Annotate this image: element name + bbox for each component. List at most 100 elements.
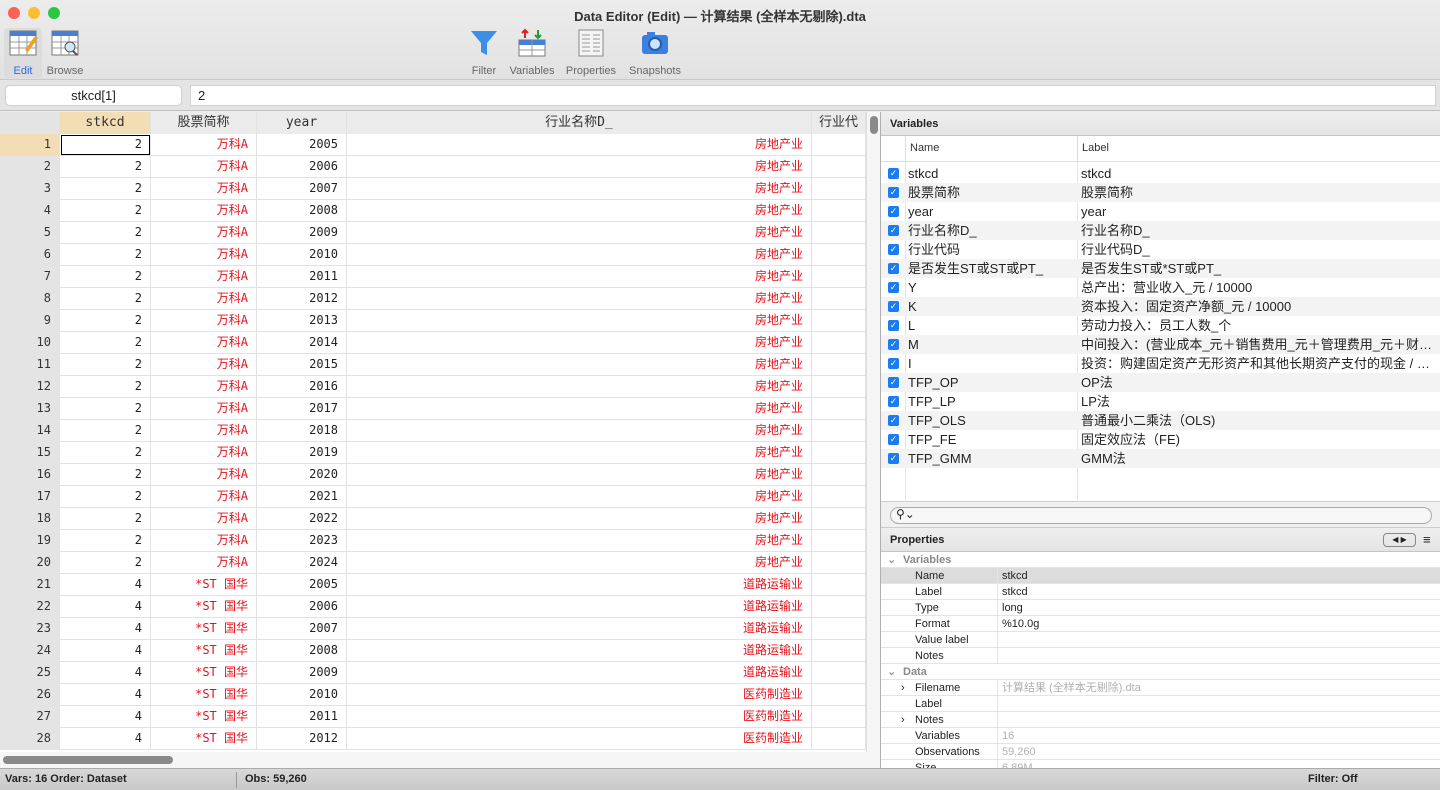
year-cell[interactable]: 2012 xyxy=(257,288,347,310)
menu-icon[interactable]: ≡ xyxy=(1423,528,1431,552)
row-number[interactable]: 26 xyxy=(0,684,60,706)
property-row[interactable]: Format %10.0g xyxy=(881,616,1440,632)
industry-name-cell[interactable]: 道路运输业 xyxy=(347,640,812,662)
year-cell[interactable]: 2021 xyxy=(257,486,347,508)
property-row[interactable]: Name stkcd xyxy=(881,568,1440,584)
stock-name-cell[interactable]: 万科A xyxy=(151,552,257,574)
scroll-thumb[interactable] xyxy=(870,116,878,134)
stock-name-cell[interactable]: 万科A xyxy=(151,442,257,464)
variables-button[interactable]: Variables xyxy=(506,28,558,77)
industry-name-cell[interactable]: 房地产业 xyxy=(347,530,812,552)
variable-row[interactable]: ✓ year year xyxy=(881,202,1440,221)
industry-code-cell[interactable] xyxy=(812,618,866,640)
checkbox[interactable]: ✓ xyxy=(888,434,899,445)
checkbox[interactable]: ✓ xyxy=(888,301,899,312)
stock-name-cell[interactable]: *ST 国华 xyxy=(151,662,257,684)
scroll-thumb[interactable] xyxy=(3,756,173,764)
variable-row[interactable]: ✓ 行业代码 行业代码D_ xyxy=(881,240,1440,259)
data-grid[interactable]: stkcd 股票简称 year 行业名称D_ 行业代 1 2 万科A 2005 房地产业 2 2 万科A… xyxy=(0,112,866,752)
year-cell[interactable]: 2023 xyxy=(257,530,347,552)
stock-name-cell[interactable]: 万科A xyxy=(151,398,257,420)
year-cell[interactable]: 2024 xyxy=(257,552,347,574)
year-cell[interactable]: 2005 xyxy=(257,134,347,156)
year-cell[interactable]: 2009 xyxy=(257,222,347,244)
stock-name-cell[interactable]: *ST 国华 xyxy=(151,574,257,596)
property-row[interactable]: › Notes xyxy=(881,712,1440,728)
variable-row[interactable]: ✓ TFP_GMM GMM法 xyxy=(881,449,1440,468)
industry-name-cell[interactable]: 房地产业 xyxy=(347,244,812,266)
cell-value-input[interactable]: 2 xyxy=(190,85,1436,106)
year-cell[interactable]: 2007 xyxy=(257,178,347,200)
property-row[interactable]: Label xyxy=(881,696,1440,712)
industry-name-cell[interactable]: 房地产业 xyxy=(347,508,812,530)
stkcd-cell[interactable]: 2 xyxy=(60,200,151,222)
row-number[interactable]: 4 xyxy=(0,200,60,222)
year-cell[interactable]: 2011 xyxy=(257,706,347,728)
variable-row[interactable]: ✓ I 投资：购建固定资产无形资产和其他长期资产支付的现金 / 10000 xyxy=(881,354,1440,373)
stkcd-cell[interactable]: 2 xyxy=(60,178,151,200)
variable-row[interactable]: ✓ TFP_FE 固定效应法（FE) xyxy=(881,430,1440,449)
year-cell[interactable]: 2005 xyxy=(257,574,347,596)
year-cell[interactable]: 2015 xyxy=(257,354,347,376)
data-group[interactable]: ⌄ Data xyxy=(881,664,1440,680)
stock-name-cell[interactable]: 万科A xyxy=(151,486,257,508)
industry-name-cell[interactable]: 房地产业 xyxy=(347,200,812,222)
industry-name-cell[interactable]: 房地产业 xyxy=(347,266,812,288)
checkbox[interactable]: ✓ xyxy=(888,358,899,369)
industry-code-cell[interactable] xyxy=(812,266,866,288)
row-number[interactable]: 14 xyxy=(0,420,60,442)
row-number[interactable]: 28 xyxy=(0,728,60,750)
industry-name-cell[interactable]: 道路运输业 xyxy=(347,574,812,596)
industry-name-cell[interactable]: 房地产业 xyxy=(347,376,812,398)
stkcd-cell[interactable]: 2 xyxy=(60,508,151,530)
row-number[interactable]: 1 xyxy=(0,134,60,156)
industry-code-cell[interactable] xyxy=(812,508,866,530)
row-number[interactable]: 17 xyxy=(0,486,60,508)
industry-name-cell[interactable]: 房地产业 xyxy=(347,288,812,310)
stkcd-cell[interactable]: 4 xyxy=(60,618,151,640)
stock-name-cell[interactable]: *ST 国华 xyxy=(151,728,257,750)
row-number[interactable]: 12 xyxy=(0,376,60,398)
checkbox[interactable]: ✓ xyxy=(888,415,899,426)
properties-button[interactable]: Properties xyxy=(562,28,620,77)
industry-code-cell[interactable] xyxy=(812,442,866,464)
stock-name-cell[interactable]: *ST 国华 xyxy=(151,596,257,618)
stock-name-cell[interactable]: 万科A xyxy=(151,420,257,442)
year-cell[interactable]: 2017 xyxy=(257,398,347,420)
stkcd-cell[interactable]: 2 xyxy=(60,398,151,420)
industry-code-cell[interactable] xyxy=(812,728,866,750)
name-column-header[interactable]: Name xyxy=(910,142,939,154)
row-number[interactable]: 22 xyxy=(0,596,60,618)
industry-code-cell[interactable] xyxy=(812,706,866,728)
stock-name-cell[interactable]: 万科A xyxy=(151,178,257,200)
row-number[interactable]: 19 xyxy=(0,530,60,552)
industry-code-cell[interactable] xyxy=(812,244,866,266)
industry-name-cell[interactable]: 道路运输业 xyxy=(347,662,812,684)
filter-button[interactable]: Filter xyxy=(466,28,502,77)
chevron-right-icon[interactable]: › xyxy=(901,680,905,696)
industry-name-cell[interactable]: 房地产业 xyxy=(347,464,812,486)
industry-code-cell[interactable] xyxy=(812,464,866,486)
vertical-scrollbar[interactable] xyxy=(866,112,880,752)
label-column-header[interactable]: Label xyxy=(1082,142,1109,154)
industry-code-cell[interactable] xyxy=(812,376,866,398)
stock-name-cell[interactable]: 万科A xyxy=(151,310,257,332)
checkbox[interactable]: ✓ xyxy=(888,320,899,331)
row-number[interactable]: 15 xyxy=(0,442,60,464)
variables-search-input[interactable]: ⚲⌄ xyxy=(890,507,1432,524)
property-row[interactable]: Label stkcd xyxy=(881,584,1440,600)
stkcd-cell[interactable]: 4 xyxy=(60,684,151,706)
industry-code-cell[interactable] xyxy=(812,574,866,596)
year-cell[interactable]: 2010 xyxy=(257,684,347,706)
stock-name-cell[interactable]: 万科A xyxy=(151,266,257,288)
stock-name-cell[interactable]: *ST 国华 xyxy=(151,640,257,662)
industry-name-cell[interactable]: 房地产业 xyxy=(347,552,812,574)
row-number[interactable]: 24 xyxy=(0,640,60,662)
industry-code-cell[interactable] xyxy=(812,156,866,178)
column-header[interactable]: 行业代 xyxy=(812,112,866,134)
checkbox[interactable]: ✓ xyxy=(888,225,899,236)
prev-next-buttons[interactable]: ◀ ▶ xyxy=(1383,533,1416,547)
row-number[interactable]: 21 xyxy=(0,574,60,596)
checkbox[interactable]: ✓ xyxy=(888,244,899,255)
industry-name-cell[interactable]: 医药制造业 xyxy=(347,706,812,728)
